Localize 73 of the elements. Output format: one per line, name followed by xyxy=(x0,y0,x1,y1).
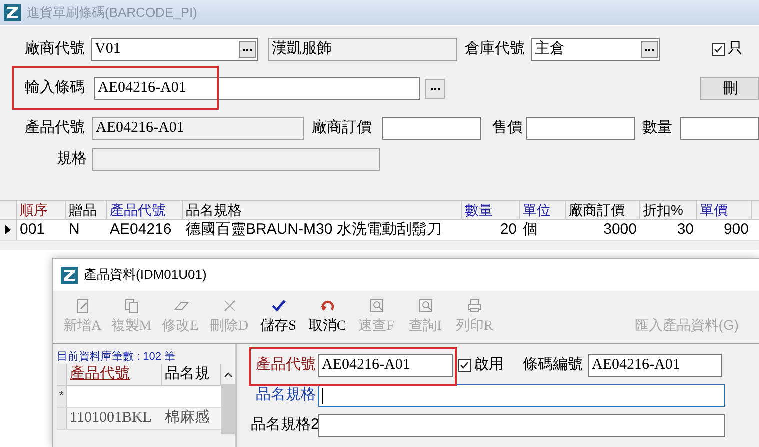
field-label: 輸入條碼 xyxy=(25,78,86,98)
field-label: 倉庫代號 xyxy=(465,39,526,60)
field-label: 條碼編號 xyxy=(523,355,584,376)
field-label: 售價 xyxy=(492,118,524,138)
column-header[interactable]: 單價 xyxy=(697,201,752,219)
field-label: 規格 xyxy=(56,149,88,170)
table-cell-text: 900 xyxy=(722,220,750,240)
browse-button[interactable] xyxy=(239,41,256,58)
column-header[interactable]: 產品代號 xyxy=(67,364,162,385)
column-header[interactable]: 贈品 xyxy=(66,201,107,219)
copy-icon xyxy=(124,298,140,314)
window-title: 產品資料(IDM01U01) xyxy=(84,266,207,284)
table-cell-text: AE04216 xyxy=(109,220,173,240)
search-icon xyxy=(418,298,434,314)
toolbar-button[interactable]: 取消C xyxy=(303,293,352,341)
app-logo-icon xyxy=(61,266,78,284)
table-cell-text: 30 xyxy=(676,220,695,240)
field-label: 品名規格2 xyxy=(251,415,316,436)
browse-button[interactable] xyxy=(641,41,658,58)
scroll-thumb[interactable] xyxy=(221,384,235,434)
table-cell-text: 3000 xyxy=(602,220,638,240)
lookup-field[interactable]: 主倉 xyxy=(531,38,660,61)
printer-icon xyxy=(466,298,482,314)
field-label: 數量 xyxy=(642,118,674,138)
table-cell-text: 德國百靈BRAUN-M30 水洗電動刮鬍刀 xyxy=(185,220,443,240)
app-logo-icon xyxy=(4,4,21,21)
checkbox-label: 只 xyxy=(728,39,743,60)
field-value: 主倉 xyxy=(535,39,565,60)
barcode-number-field[interactable]: AE04216-A01 xyxy=(588,354,722,377)
product-code-field[interactable]: AE04216-A01 xyxy=(318,354,453,377)
table-cell-text: N xyxy=(68,220,81,240)
checkbox-label: 啟用 xyxy=(474,355,504,376)
checkbox[interactable] xyxy=(458,359,471,372)
field-label: 廠商訂價 xyxy=(312,118,374,138)
column-header[interactable]: 單位 xyxy=(520,201,566,219)
column-header[interactable]: 數量 xyxy=(462,201,520,219)
table-cell-text: 棉麻感 xyxy=(164,408,211,428)
lookup-field[interactable]: V01 xyxy=(91,38,258,61)
column-header[interactable]: 品名規格 xyxy=(183,201,462,219)
price-field[interactable] xyxy=(526,117,636,140)
barcode-input[interactable]: AE04216-A01 xyxy=(94,77,420,100)
note-icon xyxy=(74,298,90,314)
table-cell-text: 個 xyxy=(522,220,539,240)
text-cursor xyxy=(322,388,323,404)
record-count: 目前資料庫筆數 : 102 筆 xyxy=(57,350,177,364)
window-title: 進貨單刷條碼(BARCODE_PI) xyxy=(27,4,198,22)
field-label: 品名規格 xyxy=(255,385,316,406)
table-cell-text: 001 xyxy=(19,220,46,240)
checkbox[interactable] xyxy=(712,43,725,56)
column-header[interactable]: 折扣% xyxy=(640,201,697,219)
field-label: 廠商代號 xyxy=(25,39,86,60)
vendor-name-field[interactable]: 漢凱服飾 xyxy=(268,38,457,61)
field-label: 產品代號 xyxy=(255,355,316,376)
name-field[interactable] xyxy=(318,384,725,407)
search-icon xyxy=(368,298,384,314)
row-header[interactable] xyxy=(0,220,17,240)
cross-icon xyxy=(222,298,238,314)
vendor-price-field[interactable] xyxy=(382,117,482,140)
browse-button[interactable] xyxy=(425,78,446,98)
column-header[interactable]: 產品代號 xyxy=(107,201,183,219)
check-icon xyxy=(270,298,286,314)
field-label: 產品代號 xyxy=(25,118,86,138)
table-cell-text: 20 xyxy=(499,220,518,240)
field-value: V01 xyxy=(95,40,121,60)
row-header[interactable]: * xyxy=(57,386,67,407)
column-header[interactable]: 順序 xyxy=(17,201,66,219)
delete-button[interactable]: 刪 xyxy=(700,77,759,100)
toolbar-button[interactable]: 儲存S xyxy=(254,293,303,341)
name2-field[interactable] xyxy=(318,414,725,437)
column-header[interactable]: 廠商訂價 xyxy=(566,201,640,219)
table-cell-text: 1101001BKL xyxy=(69,409,153,428)
scroll-up-icon[interactable] xyxy=(224,372,232,378)
quantity-field[interactable] xyxy=(680,117,759,140)
